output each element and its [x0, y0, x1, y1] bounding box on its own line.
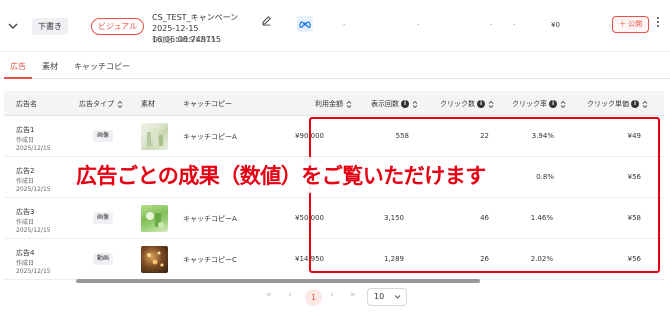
- tab-ads[interactable]: 広告: [10, 61, 26, 72]
- column-header-name[interactable]: 広告名: [16, 99, 37, 109]
- sort-icon[interactable]: [117, 100, 123, 109]
- sort-icon[interactable]: [642, 100, 648, 109]
- campaign-row[interactable]: 下書き ビジュアル CS_TEST_キャンペーン 2025-12-15 16:0…: [0, 0, 670, 52]
- info-icon[interactable]: i: [477, 100, 485, 108]
- ad-catchcopy: キャッチコピーA: [183, 133, 237, 141]
- annotation-caption: 広告ごとの成果（数値）をご覧いただけます: [72, 157, 490, 193]
- status-badge: 下書き: [32, 18, 68, 35]
- column-header-impressions[interactable]: 表示回数 i: [371, 99, 418, 109]
- asset-thumbnail[interactable]: [141, 205, 168, 232]
- first-page-button[interactable]: «: [266, 290, 272, 300]
- ad-type-badge: 動画: [93, 253, 114, 265]
- tab-assets[interactable]: 素材: [42, 61, 58, 72]
- ad-name[interactable]: 広告1: [16, 125, 34, 135]
- chevron-down-icon: [394, 295, 401, 299]
- column-header-spend[interactable]: 利用金額: [315, 99, 352, 109]
- ad-created: 作成日 2025/12/15: [16, 219, 51, 234]
- campaign-metric-dash: -: [417, 21, 420, 29]
- horizontal-scrollbar[interactable]: [76, 279, 480, 283]
- pencil-icon[interactable]: [261, 15, 272, 26]
- page-1-button[interactable]: 1: [305, 289, 322, 306]
- ad-name[interactable]: 広告4: [16, 248, 34, 258]
- info-icon[interactable]: i: [549, 100, 557, 108]
- ad-catchcopy: キャッチコピーC: [183, 256, 237, 264]
- column-header-asset: 素材: [141, 100, 155, 108]
- ad-type-badge: 画像: [93, 212, 114, 224]
- page-size-value: 10: [374, 292, 385, 301]
- sort-icon[interactable]: [488, 100, 494, 109]
- column-header-clicks[interactable]: クリック数 i: [440, 99, 494, 109]
- ad-created: 作成日 2025/12/15: [16, 178, 51, 193]
- campaign-metric-dash: -: [490, 21, 493, 29]
- campaign-spend: ¥0: [551, 21, 560, 29]
- ad-catchcopy: キャッチコピーA: [183, 215, 237, 223]
- active-tab-indicator: [4, 77, 32, 79]
- campaign-type-badge: ビジュアル: [91, 18, 145, 35]
- tab-catchcopy[interactable]: キャッチコピー: [74, 61, 130, 72]
- ad-name[interactable]: 広告2: [16, 166, 34, 176]
- sort-icon[interactable]: [412, 100, 418, 109]
- campaign-metric-dash: -: [343, 21, 346, 29]
- asset-thumbnail[interactable]: [141, 123, 168, 150]
- sort-icon[interactable]: [346, 100, 352, 109]
- campaign-created-date: 作成日 2025/12/15: [152, 36, 216, 44]
- next-page-button[interactable]: ›: [330, 290, 334, 300]
- ad-created: 作成日 2025/12/15: [16, 260, 51, 275]
- chevron-down-icon[interactable]: [6, 19, 20, 33]
- asset-thumbnail[interactable]: [141, 246, 168, 273]
- prev-page-button[interactable]: ‹: [288, 290, 292, 300]
- table-header: 広告名 広告タイプ 素材 キャッチコピー 利用金額 表示回数 i クリック数 i ク…: [4, 91, 664, 116]
- publish-button[interactable]: ＋ 公開: [612, 16, 649, 33]
- column-header-type[interactable]: 広告タイプ: [79, 99, 123, 109]
- tab-bar: 広告 素材 キャッチコピー: [0, 57, 670, 79]
- meta-icon: [297, 16, 313, 32]
- column-header-cpc[interactable]: クリック単価 i: [587, 99, 648, 109]
- ad-created: 作成日 2025/12/15: [16, 137, 51, 152]
- page-size-select[interactable]: 10: [367, 288, 407, 306]
- info-icon[interactable]: i: [401, 100, 409, 108]
- column-header-ctr[interactable]: クリック率 i: [512, 99, 566, 109]
- column-header-catchcopy: キャッチコピー: [183, 100, 232, 108]
- metrics-highlight-box: [309, 117, 660, 273]
- ad-name[interactable]: 広告3: [16, 207, 34, 217]
- last-page-button[interactable]: »: [350, 290, 356, 300]
- sort-icon[interactable]: [560, 100, 566, 109]
- info-icon[interactable]: i: [631, 100, 639, 108]
- campaign-metric-dash: -: [513, 21, 516, 29]
- kebab-icon[interactable]: [656, 16, 660, 30]
- ad-type-badge: 画像: [93, 130, 114, 142]
